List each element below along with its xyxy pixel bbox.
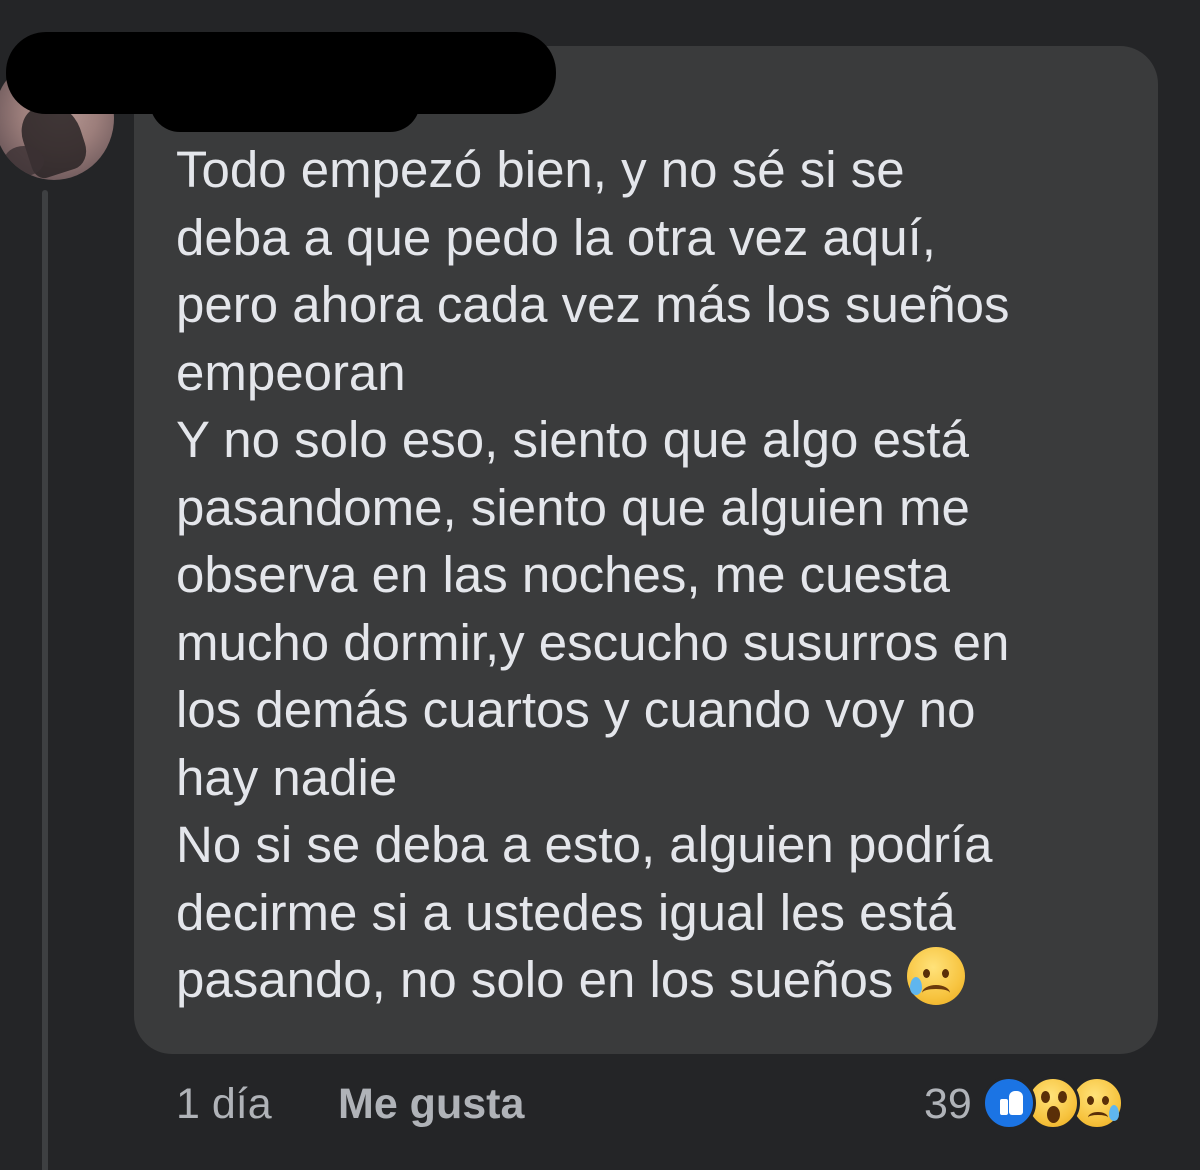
like-reaction-icon <box>982 1076 1036 1130</box>
comment-timestamp[interactable]: 1 día <box>176 1080 272 1129</box>
like-button[interactable]: Me gusta <box>338 1080 524 1129</box>
comment-actions: 1 día Me gusta 39 <box>176 1072 1176 1132</box>
thread-line <box>42 190 48 1170</box>
comment-text: Todo empezó bien, y no sé si se deba a q… <box>176 141 1010 1008</box>
comment-body: Todo empezó bien, y no sé si se deba a q… <box>176 136 1136 1014</box>
reaction-summary[interactable]: 39 <box>924 1072 1164 1132</box>
avatar-shadow <box>4 146 44 176</box>
sad-but-relieved-face-icon <box>907 947 966 1005</box>
redacted-author-name-tail <box>150 96 420 132</box>
reaction-count: 39 <box>924 1080 972 1128</box>
